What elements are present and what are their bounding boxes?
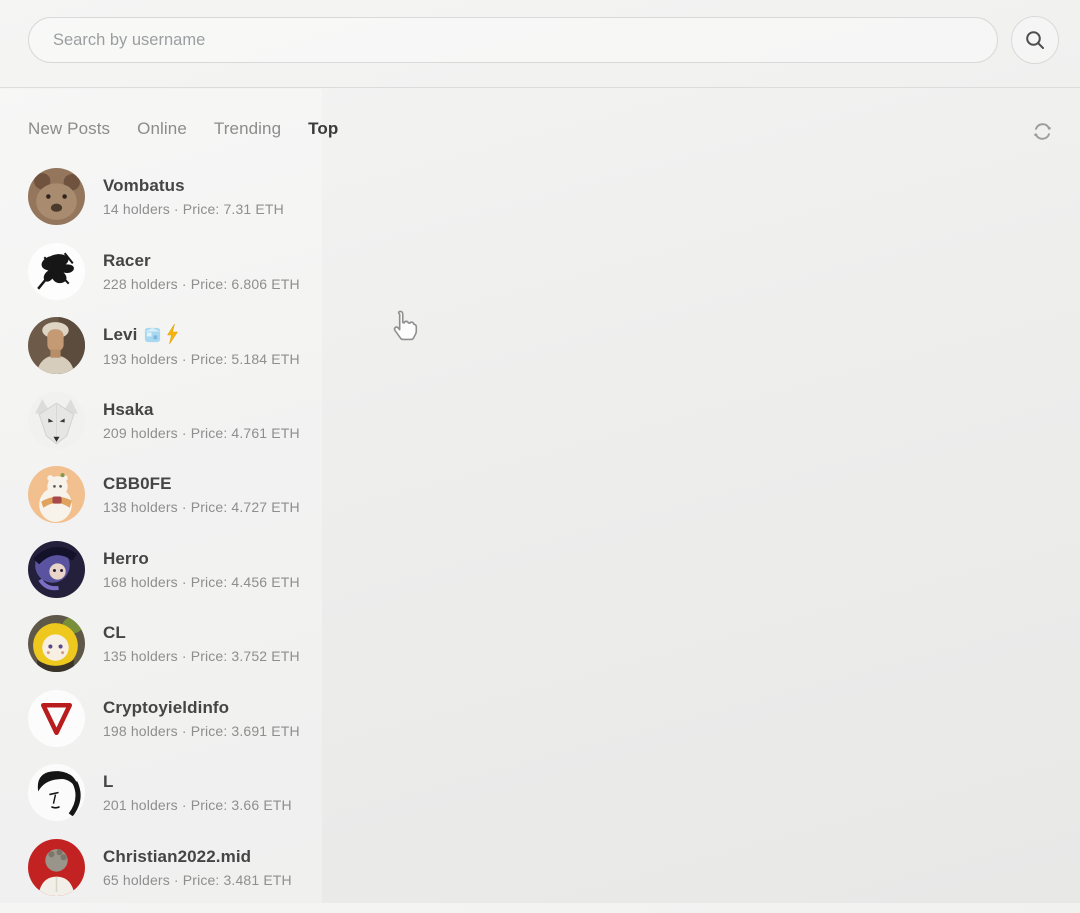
bear-avatar[interactable] <box>28 466 85 523</box>
holders-price-text: 209 holders · Price: 4.761 ETH <box>103 425 300 441</box>
wolf-avatar[interactable] <box>28 392 85 449</box>
holders-price-text: 14 holders · Price: 7.31 ETH <box>103 201 284 217</box>
holders-price-text: 228 holders · Price: 6.806 ETH <box>103 276 300 292</box>
refresh-icon <box>1032 121 1053 142</box>
search-icon <box>1023 28 1047 52</box>
list-item-cl[interactable]: CL 135 holders · Price: 3.752 ETH <box>28 615 728 672</box>
tab-bar: New Posts Online Trending Top <box>28 119 338 139</box>
tab-new-posts[interactable]: New Posts <box>28 119 110 139</box>
portrait-avatar[interactable] <box>28 317 85 374</box>
ink-avatar[interactable] <box>28 764 85 821</box>
username: Levi <box>103 325 137 345</box>
triangle-avatar[interactable] <box>28 690 85 747</box>
holders-price-text: 65 holders · Price: 3.481 ETH <box>103 872 292 888</box>
holders-price-text: 198 holders · Price: 3.691 ETH <box>103 723 300 739</box>
list-item-vombatus[interactable]: Vombatus 14 holders · Price: 7.31 ETH <box>28 168 728 225</box>
list-item-herro[interactable]: Herro 168 holders · Price: 4.456 ETH <box>28 541 728 598</box>
list-item-racer[interactable]: Racer 228 holders · Price: 6.806 ETH <box>28 243 728 300</box>
search-button[interactable] <box>1011 16 1059 64</box>
username: Cryptoyieldinfo <box>103 698 229 718</box>
username: CL <box>103 623 126 643</box>
list-item-levi[interactable]: Levi 193 holders · Price: 5.184 ETH <box>28 317 728 374</box>
username: Christian2022.mid <box>103 847 251 867</box>
username: Vombatus <box>103 176 185 196</box>
user-list: Vombatus 14 holders · Price: 7.31 ETH Ra… <box>28 168 728 913</box>
username: Hsaka <box>103 400 154 420</box>
anime-avatar[interactable] <box>28 541 85 598</box>
username: Herro <box>103 549 149 569</box>
redportrait-avatar[interactable] <box>28 839 85 896</box>
holders-price-text: 138 holders · Price: 4.727 ETH <box>103 499 300 515</box>
list-item-l[interactable]: L 201 holders · Price: 3.66 ETH <box>28 764 728 821</box>
username: CBB0FE <box>103 474 172 494</box>
username: Racer <box>103 251 151 271</box>
list-item-cryptoyieldinfo[interactable]: Cryptoyieldinfo 198 holders · Price: 3.6… <box>28 690 728 747</box>
refresh-button[interactable] <box>1030 119 1054 143</box>
tab-online[interactable]: Online <box>137 119 187 139</box>
search-input-container[interactable] <box>28 17 998 63</box>
tab-trending[interactable]: Trending <box>214 119 281 139</box>
tab-top[interactable]: Top <box>308 119 338 139</box>
search-bar <box>0 0 1080 88</box>
wombat-avatar[interactable] <box>28 168 85 225</box>
scribble-avatar[interactable] <box>28 243 85 300</box>
username: L <box>103 772 113 792</box>
holders-price-text: 168 holders · Price: 4.456 ETH <box>103 574 300 590</box>
holders-price-text: 201 holders · Price: 3.66 ETH <box>103 797 292 813</box>
holders-price-text: 135 holders · Price: 3.752 ETH <box>103 648 300 664</box>
list-item-cbb0fe[interactable]: CBB0FE 138 holders · Price: 4.727 ETH <box>28 466 728 523</box>
search-input[interactable] <box>29 18 997 62</box>
list-item-hsaka[interactable]: Hsaka 209 holders · Price: 4.761 ETH <box>28 392 728 449</box>
holders-price-text: 193 holders · Price: 5.184 ETH <box>103 351 300 367</box>
list-item-christian2022-mid[interactable]: Christian2022.mid 65 holders · Price: 3.… <box>28 839 728 896</box>
hood-avatar[interactable] <box>28 615 85 672</box>
username-emojis <box>141 324 181 346</box>
